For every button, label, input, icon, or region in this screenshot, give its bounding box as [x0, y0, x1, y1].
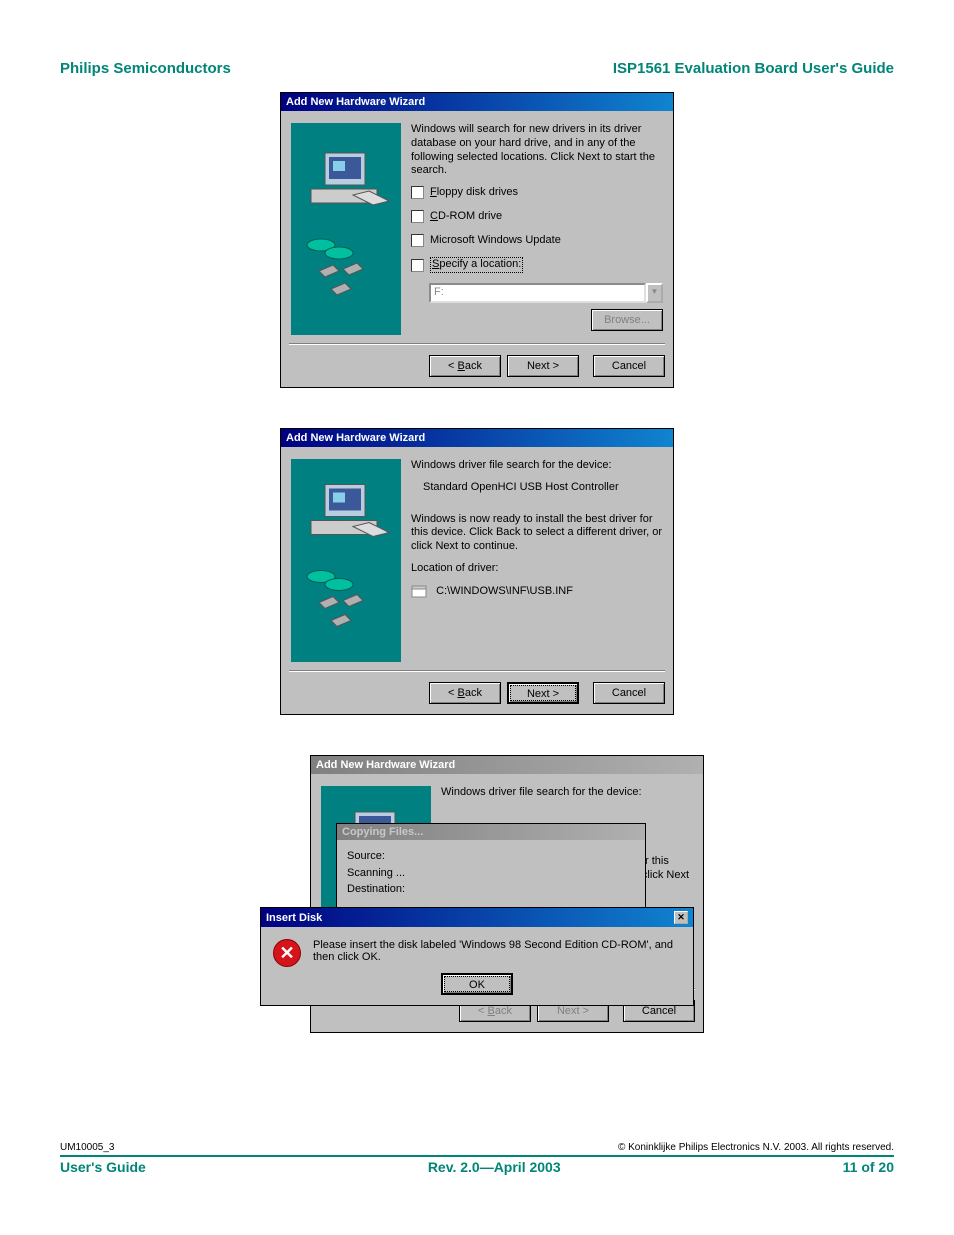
computer-hardware-icon — [291, 123, 401, 335]
footer-center: Rev. 2.0—April 2003 — [428, 1159, 561, 1175]
copy-scanning-label: Scanning ... — [347, 865, 635, 882]
titlebar-inactive: Add New Hardware Wizard — [311, 756, 703, 774]
specify-label: Specify a location: — [430, 257, 523, 273]
search-device-label: Windows driver file search for the devic… — [411, 459, 663, 473]
next-button[interactable]: Next > — [507, 355, 579, 377]
search-device-label: Windows driver file search for the devic… — [441, 786, 693, 800]
floppy-checkbox[interactable] — [411, 186, 424, 199]
cancel-button[interactable]: Cancel — [593, 682, 665, 704]
insert-disk-titlebar: Insert Disk ✕ — [261, 908, 693, 927]
cdrom-label: CD-ROM drive — [430, 210, 502, 224]
specify-checkbox[interactable] — [411, 259, 424, 272]
copying-files-dialog: Copying Files... Source: Scanning ... De… — [336, 823, 646, 913]
wizard-dialog-ready-install: Add New Hardware Wizard — [280, 428, 674, 715]
titlebar: Add New Hardware Wizard — [281, 93, 673, 111]
back-button[interactable]: < Back — [429, 682, 501, 704]
insert-disk-message: Please insert the disk labeled 'Windows … — [313, 939, 681, 963]
floppy-label: Floppy disk drives — [430, 186, 518, 200]
inf-file-icon — [411, 584, 429, 598]
footer-left: User's Guide — [60, 1159, 146, 1175]
divider — [289, 670, 665, 672]
ready-install-text: Windows is now ready to install the best… — [411, 513, 663, 554]
header-right: ISP1561 Evaluation Board User's Guide — [613, 60, 894, 77]
wizard-dialog-search-options: Add New Hardware Wizard — [280, 92, 674, 388]
divider — [289, 343, 665, 345]
close-icon[interactable]: ✕ — [674, 911, 688, 924]
next-button[interactable]: Next > — [507, 682, 579, 704]
wizard-side-graphic — [291, 459, 401, 662]
winupdate-checkbox[interactable] — [411, 234, 424, 247]
header-left: Philips Semiconductors — [60, 60, 231, 77]
titlebar: Add New Hardware Wizard — [281, 429, 673, 447]
driver-path: C:\WINDOWS\INF\USB.INF — [436, 584, 573, 596]
copyright: © Koninklijke Philips Electronics N.V. 2… — [618, 1142, 894, 1153]
device-name: Standard OpenHCI USB Host Controller — [423, 481, 663, 495]
stacked-dialogs: Add New Hardware Wizard Windows driver f… — [260, 755, 694, 1055]
location-combo-input[interactable]: F: — [429, 283, 646, 303]
doc-id: UM10005_3 — [60, 1142, 114, 1153]
page-header: Philips Semiconductors ISP1561 Evaluatio… — [0, 0, 954, 77]
titlebar-text: Insert Disk — [266, 912, 322, 924]
error-icon: ✕ — [273, 939, 301, 967]
location-combo-dropdown[interactable]: ▼ — [646, 283, 663, 303]
ok-button[interactable]: OK — [441, 973, 513, 995]
titlebar-text: Add New Hardware Wizard — [286, 432, 425, 444]
titlebar-text: Add New Hardware Wizard — [316, 759, 455, 771]
wizard-side-graphic — [291, 123, 401, 335]
driver-location-row: C:\WINDOWS\INF\USB.INF — [411, 584, 663, 599]
winupdate-label: Microsoft Windows Update — [430, 234, 561, 248]
page-footer: UM10005_3 © Koninklijke Philips Electron… — [60, 1142, 894, 1175]
wizard-intro-text: Windows will search for new drivers in i… — [411, 123, 663, 178]
back-button[interactable]: < Back — [429, 355, 501, 377]
location-label: Location of driver: — [411, 562, 663, 576]
copying-titlebar: Copying Files... — [337, 824, 645, 840]
insert-disk-dialog: Insert Disk ✕ ✕ Please insert the disk l… — [260, 907, 694, 1006]
titlebar-text: Add New Hardware Wizard — [286, 96, 425, 108]
footer-right: 11 of 20 — [843, 1159, 894, 1175]
cdrom-checkbox[interactable] — [411, 210, 424, 223]
cancel-button[interactable]: Cancel — [593, 355, 665, 377]
dialogs-container: Add New Hardware Wizard — [0, 77, 954, 1055]
computer-hardware-icon — [291, 459, 401, 662]
copy-source-label: Source: — [347, 848, 635, 865]
browse-button[interactable]: Browse... — [591, 309, 663, 331]
copy-destination-label: Destination: — [347, 881, 635, 898]
